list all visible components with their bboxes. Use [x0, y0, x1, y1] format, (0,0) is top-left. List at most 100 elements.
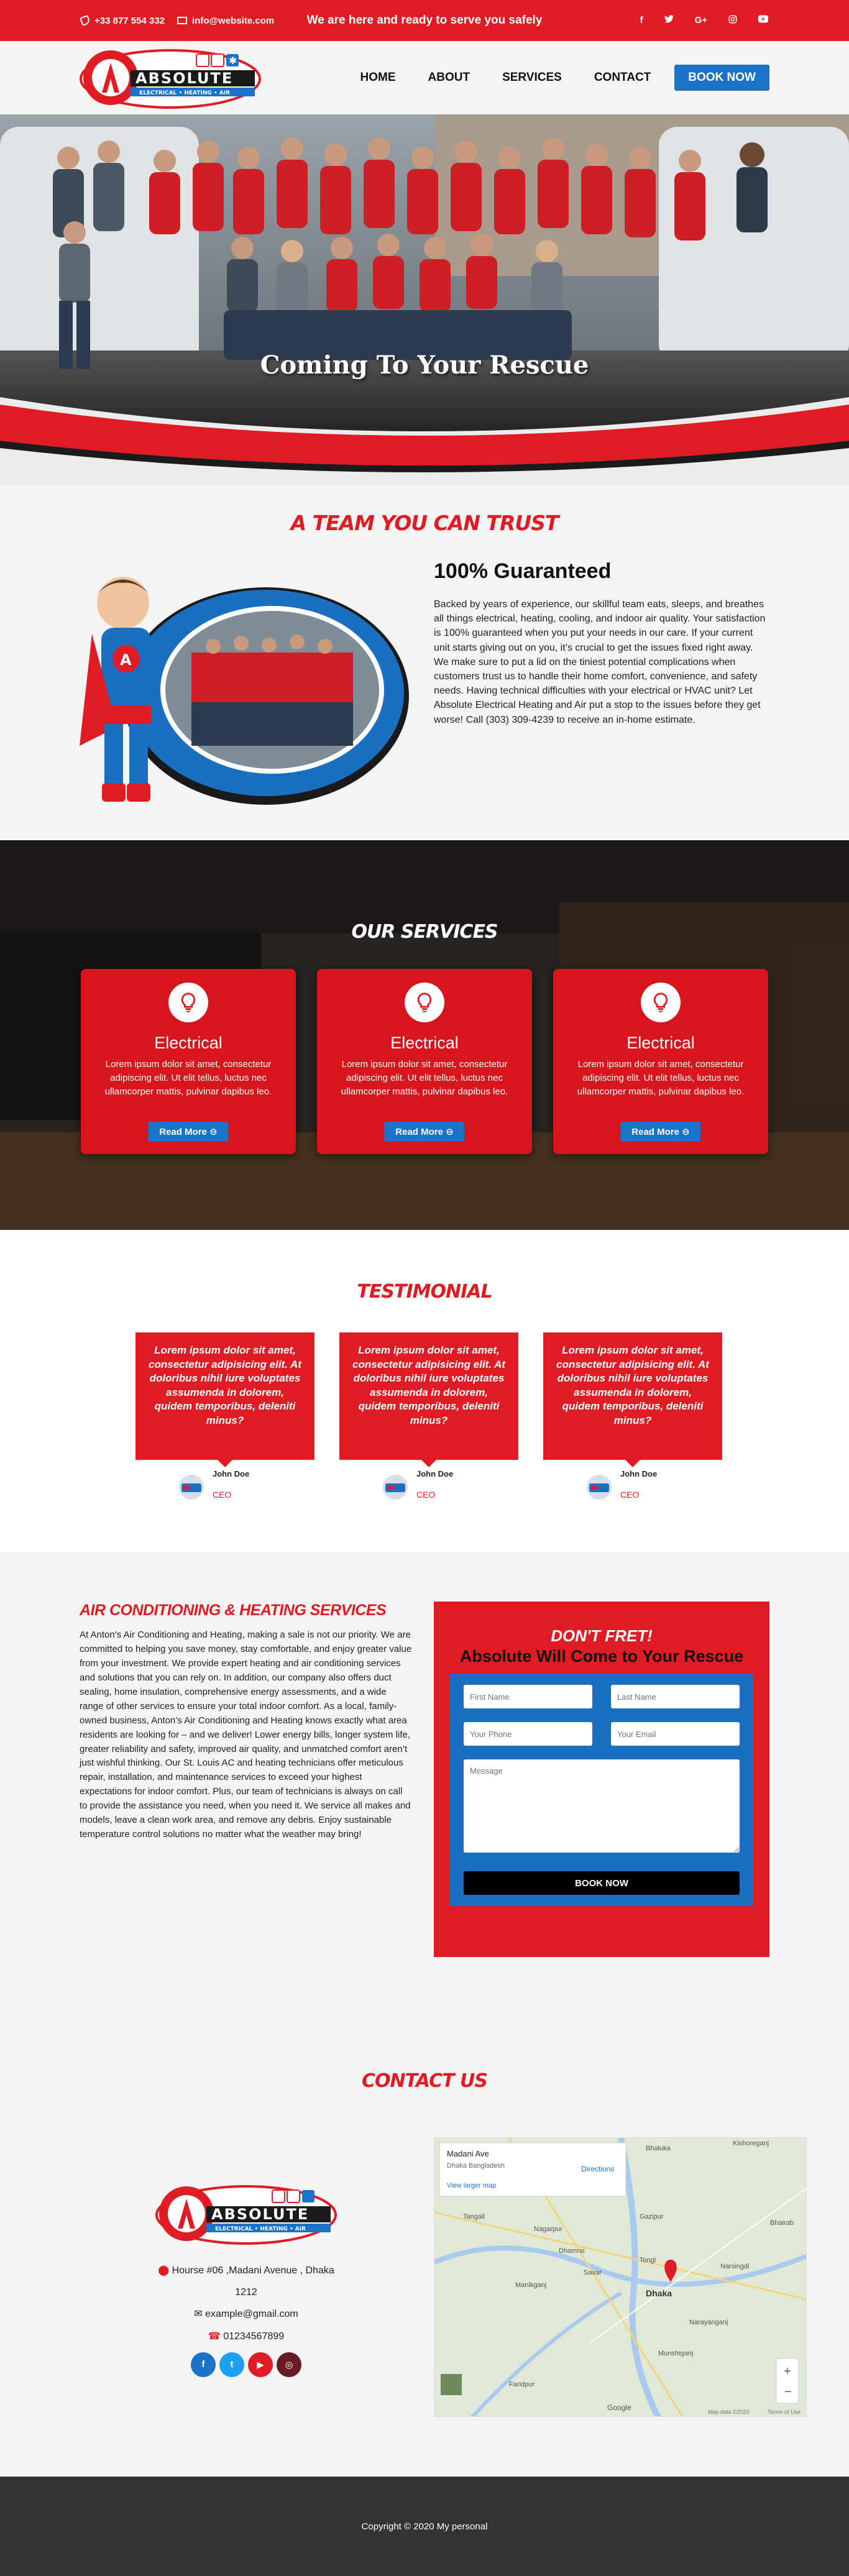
nav-about[interactable]: ABOUT [428, 71, 470, 85]
top-contact: +33 877 554 332 info@website.com [80, 15, 274, 26]
svg-text:Narsingdi: Narsingdi [720, 2263, 749, 2270]
lightbulb-icon [641, 983, 681, 1022]
message-field[interactable] [464, 1759, 740, 1853]
svg-text:Savar: Savar [584, 2269, 602, 2276]
hero-banner: Coming To Your Rescue [0, 114, 849, 486]
svg-text:Bhairab: Bhairab [770, 2219, 794, 2227]
contact-phone-text: 01234567899 [223, 2331, 285, 2342]
read-more-button[interactable]: Read More ⊖ [620, 1122, 701, 1142]
site-header: ABSOLUTE ELECTRICAL • HEATING • AIR ✱ HO… [0, 41, 849, 114]
service-body: Lorem ipsum dolor sit amet, consectetur … [104, 1059, 272, 1097]
service-card: Electrical Lorem ipsum dolor sit amet, c… [553, 969, 768, 1154]
instagram-icon[interactable]: ◎ [277, 2352, 301, 2377]
booking-form: DON'T FRET! Absolute Will Come to Your R… [434, 1602, 769, 1957]
trust-section: A TEAM YOU CAN TRUST A 100% Guaranteed B… [0, 486, 849, 840]
tagline: We are here and ready to serve you safel… [306, 14, 543, 27]
guarantee-heading: 100% Guaranteed [434, 559, 612, 583]
testimonial-card: Lorem ipsum dolor sit amet, consectetur … [543, 1332, 722, 1500]
contact-details: ⬤ Hourse #06 ,Madani Avenue , Dhaka 1212… [155, 2260, 337, 2347]
email-link[interactable]: info@website.com [177, 16, 274, 26]
avatar [179, 1475, 204, 1500]
svg-text:Madani Ave: Madani Ave [447, 2149, 489, 2158]
phone-icon: ☎ [208, 2331, 221, 2342]
read-more-button[interactable]: Read More ⊖ [148, 1122, 229, 1142]
map-canvas: Madani Ave Dhaka Bangladesh View larger … [434, 2138, 806, 2416]
svg-text:Dhaka: Dhaka [646, 2288, 672, 2298]
nav-home[interactable]: HOME [360, 71, 396, 85]
instagram-icon[interactable] [728, 15, 737, 26]
svg-text:Tangail: Tangail [463, 2213, 485, 2221]
nav-contact[interactable]: CONTACT [594, 71, 651, 85]
svg-text:−: − [784, 2385, 792, 2399]
youtube-icon[interactable]: ▶ [248, 2352, 273, 2377]
ac-heating-section: AIR CONDITIONING & HEATING SERVICES At A… [0, 1552, 849, 2037]
services-section: OUR SERVICES Electrical Lorem ipsum dolo… [0, 840, 849, 1230]
google-plus-icon[interactable]: G+ [695, 15, 707, 26]
facebook-icon[interactable]: f [191, 2352, 216, 2377]
author-role: CEO [416, 1489, 436, 1500]
service-title: Electrical [154, 1034, 223, 1052]
service-card: Electrical Lorem ipsum dolor sit amet, c… [81, 969, 296, 1154]
last-name-field[interactable] [611, 1685, 740, 1708]
site-footer: Copyright © 2020 My personal [0, 2477, 849, 2576]
site-logo[interactable]: ABSOLUTE ELECTRICAL • HEATING • AIR ✱ [80, 47, 261, 109]
read-more-button[interactable]: Read More ⊖ [384, 1122, 465, 1142]
guarantee-body: Backed by years of experience, our skill… [434, 599, 766, 725]
address-line: ⬤ Hourse #06 ,Madani Avenue , Dhaka 1212 [155, 2260, 337, 2303]
svg-text:ABSOLUTE: ABSOLUTE [135, 70, 233, 87]
form-fields: BOOK NOW [450, 1674, 753, 1906]
ac-title: AIR CONDITIONING & HEATING SERVICES [80, 1602, 387, 1619]
trust-section-title: A TEAM YOU CAN TRUST [290, 511, 559, 535]
service-body: Lorem ipsum dolor sit amet, consectetur … [577, 1059, 745, 1097]
contact-email-text: example@gmail.com [205, 2309, 298, 2320]
arrow-circle-icon: ⊖ [446, 1127, 454, 1137]
email-field[interactable] [611, 1722, 740, 1746]
top-socials: f G+ [640, 15, 768, 26]
team-photo [0, 114, 849, 438]
phone-field[interactable] [464, 1722, 592, 1746]
mail-icon [177, 17, 188, 24]
hero-title: Coming To Your Rescue [260, 351, 589, 380]
nav-services[interactable]: SERVICES [502, 71, 562, 85]
testimonial-card: Lorem ipsum dolor sit amet, consectetur … [339, 1332, 518, 1500]
phone-link[interactable]: +33 877 554 332 [80, 15, 165, 26]
svg-text:✱: ✱ [229, 55, 237, 66]
twitter-icon[interactable]: t [219, 2352, 244, 2377]
footer-logo[interactable]: ABSOLUTE ELECTRICAL • HEATING • AIR [155, 2183, 337, 2245]
copyright-text: Copyright © 2020 My personal [361, 2521, 488, 2532]
phone-icon [80, 15, 91, 26]
form-heading: Absolute Will Come to Your Rescue [459, 1647, 744, 1666]
facebook-icon[interactable]: f [640, 15, 643, 26]
svg-text:Google: Google [607, 2403, 631, 2412]
svg-text:Bhaluka: Bhaluka [646, 2145, 671, 2152]
read-more-label: Read More [631, 1127, 679, 1137]
map-pin-icon: ⬤ [158, 2265, 170, 2276]
email-line[interactable]: ✉ example@gmail.com [155, 2303, 337, 2325]
svg-text:Directions: Directions [581, 2165, 614, 2173]
contact-section: CONTACT US ABSOLUTE ELECTRICAL • HEATING… [0, 2037, 849, 2477]
top-bar: +33 877 554 332 info@website.com We are … [0, 0, 849, 41]
first-name-field[interactable] [464, 1685, 592, 1708]
service-body: Lorem ipsum dolor sit amet, consectetur … [341, 1059, 508, 1097]
svg-text:Tongi: Tongi [640, 2257, 656, 2264]
twitter-icon[interactable] [664, 15, 674, 26]
youtube-icon[interactable] [758, 15, 768, 26]
google-map[interactable]: Madani Ave Dhaka Bangladesh View larger … [434, 2137, 807, 2417]
testimonial-list: Lorem ipsum dolor sit amet, consectetur … [135, 1332, 722, 1500]
book-now-button[interactable]: BOOK NOW [674, 65, 769, 91]
svg-text:Map data ©2020: Map data ©2020 [708, 2409, 750, 2415]
author-role: CEO [620, 1489, 640, 1500]
svg-text:Dhamrai: Dhamrai [559, 2247, 585, 2255]
svg-text:Nagarpur: Nagarpur [534, 2225, 562, 2233]
contact-socials: f t ▶ ◎ [155, 2352, 337, 2377]
hero-red-swoosh [0, 397, 849, 486]
read-more-label: Read More [395, 1127, 443, 1137]
address-text: Hourse #06 ,Madani Avenue , Dhaka 1212 [172, 2265, 334, 2298]
svg-text:A: A [120, 651, 132, 669]
svg-text:Faridpur: Faridpur [509, 2381, 535, 2388]
ac-body: At Anton’s Air Conditioning and Heating,… [80, 1629, 412, 1840]
services-section-title: OUR SERVICES [351, 921, 498, 943]
submit-book-button[interactable]: BOOK NOW [464, 1871, 740, 1895]
phone-line[interactable]: ☎ 01234567899 [155, 2326, 337, 2347]
svg-text:Terms of Use: Terms of Use [768, 2409, 801, 2415]
